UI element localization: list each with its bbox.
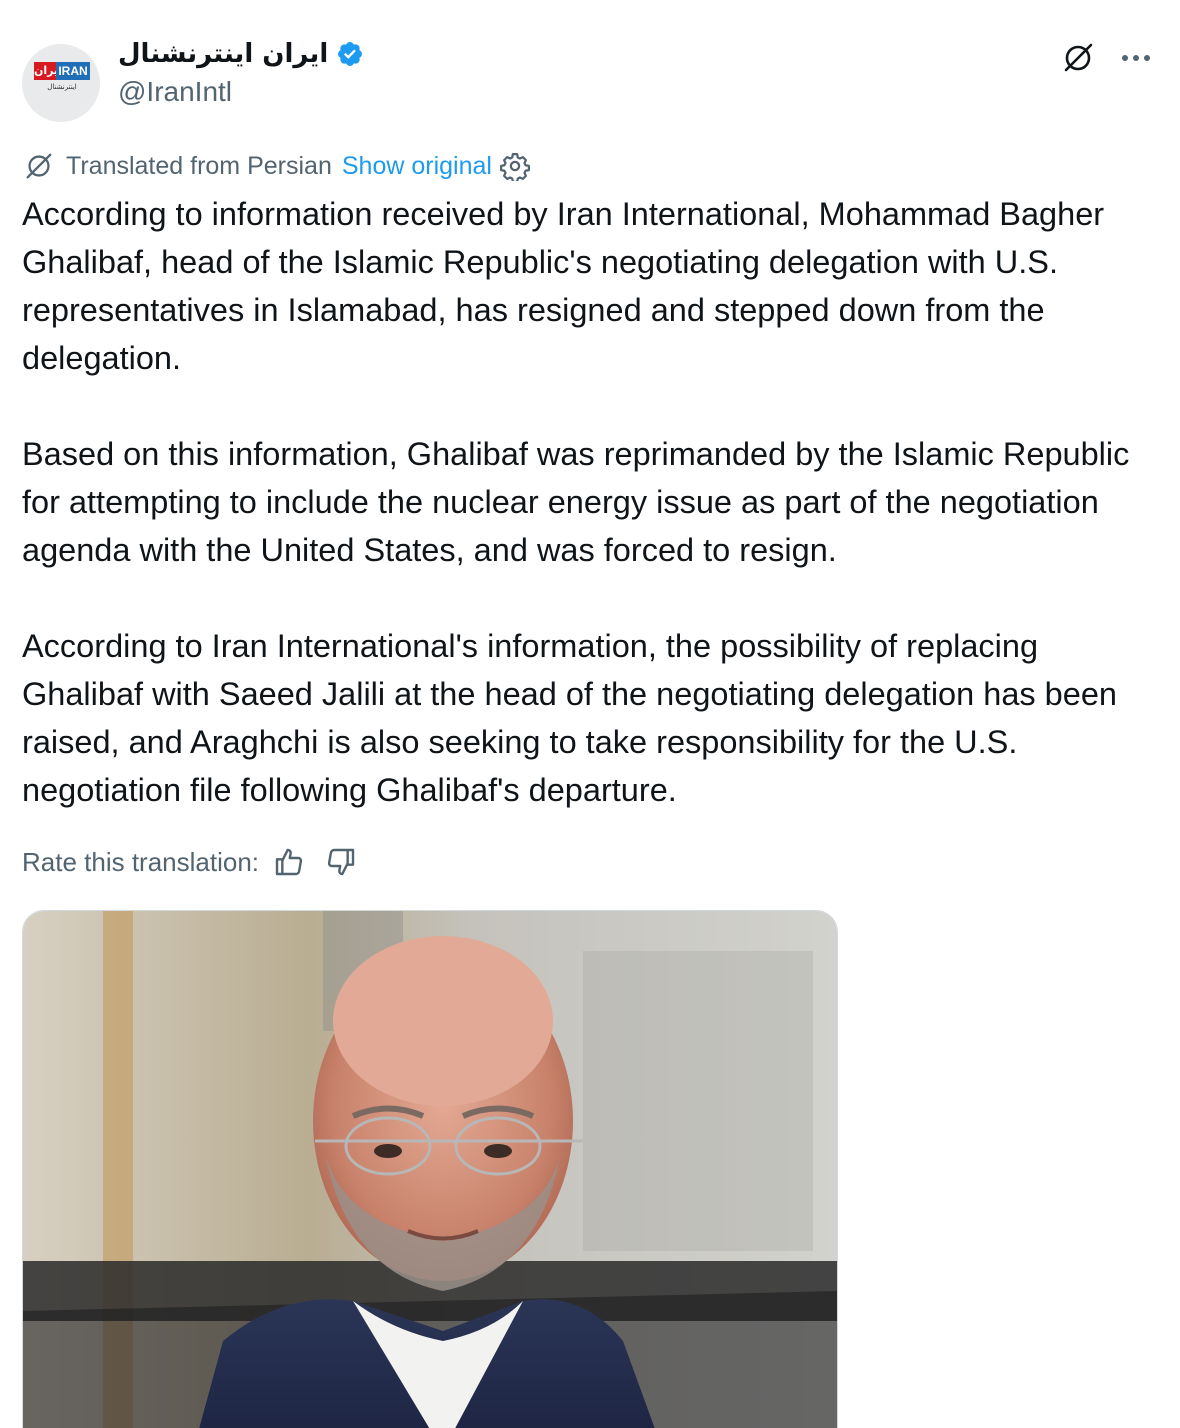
- handle[interactable]: @IranIntl: [118, 76, 232, 108]
- show-original-link[interactable]: Show original: [342, 152, 492, 181]
- translated-from-label: Translated from Persian: [66, 151, 332, 180]
- rate-translation-label: Rate this translation:: [22, 846, 260, 877]
- tweet-text: According to information received by Ira…: [22, 190, 1162, 814]
- gear-icon[interactable]: [499, 151, 530, 181]
- display-name: ایران اینترنشنال: [118, 39, 329, 69]
- thumbs-down-icon[interactable]: [325, 846, 357, 878]
- tweet-photo[interactable]: [22, 910, 838, 1428]
- tweet-paragraph-1: According to information received by Ira…: [22, 196, 1105, 376]
- logo-blue-text: IRAN: [56, 62, 90, 80]
- translation-bar: Translated from Persian Show original: [22, 148, 530, 184]
- avatar[interactable]: ایران IRAN اینترنشنال: [22, 44, 100, 122]
- logo-sub-text: اینترنشنال: [47, 83, 77, 91]
- tweet-header: ایران IRAN اینترنشنال ایران اینترنشنال @…: [22, 30, 1158, 122]
- iran-international-logo: ایران IRAN اینترنشنال: [34, 62, 90, 96]
- tweet-paragraph-2: Based on this information, Ghalibaf was …: [22, 436, 1130, 568]
- grok-icon[interactable]: [1060, 40, 1096, 76]
- rate-translation: Rate this translation:: [22, 842, 357, 882]
- verified-badge-icon: [338, 42, 363, 66]
- display-name-link[interactable]: ایران اینترنشنال: [118, 36, 364, 72]
- logo-red-text: ایران: [34, 62, 62, 80]
- translate-icon: [26, 153, 52, 179]
- thumbs-up-icon[interactable]: [273, 846, 305, 878]
- more-icon[interactable]: [1116, 40, 1156, 76]
- tweet-paragraph-3: According to Iran International's inform…: [22, 628, 1117, 808]
- portrait-photo: [23, 911, 837, 1428]
